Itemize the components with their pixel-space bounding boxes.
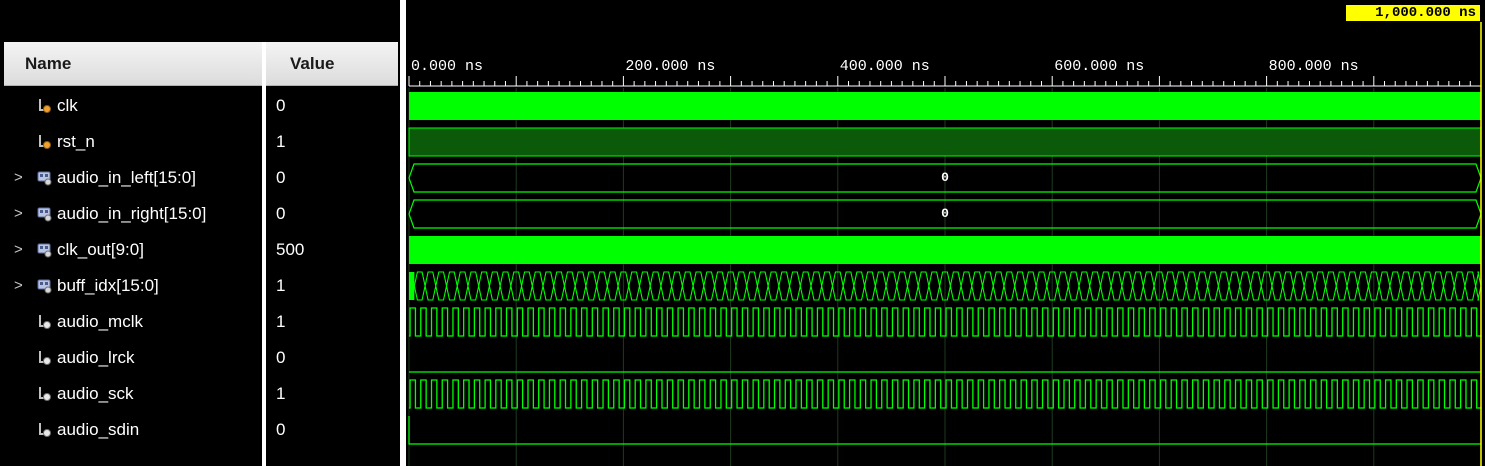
signal-value: 1 bbox=[276, 276, 286, 295]
output-pin-icon bbox=[37, 350, 53, 366]
signal-value: 0 bbox=[276, 204, 286, 223]
bus-icon bbox=[37, 278, 53, 294]
signal-row[interactable]: audio_sdin 0 bbox=[4, 412, 400, 448]
signal-value: 1 bbox=[276, 312, 286, 331]
signal-row[interactable]: clk 0 bbox=[4, 88, 400, 124]
bus-value-label: 0 bbox=[941, 206, 949, 221]
output-pin-icon bbox=[37, 422, 53, 438]
signal-row[interactable]: audio_mclk 1 bbox=[4, 304, 400, 340]
waveform-trace bbox=[409, 272, 415, 300]
signal-row[interactable]: > buff_idx[15:0] 1 bbox=[4, 268, 400, 304]
signal-row[interactable]: > clk_out[9:0] 500 bbox=[4, 232, 400, 268]
value-column-header[interactable]: Value bbox=[266, 42, 398, 86]
signal-list-toolbar-area bbox=[0, 0, 400, 40]
signal-row[interactable]: > audio_in_left[15:0] 0 bbox=[4, 160, 400, 196]
signal-name: audio_in_right[15:0] bbox=[57, 204, 207, 223]
time-tick-label: 400.000 ns bbox=[839, 58, 930, 75]
signal-name: audio_mclk bbox=[57, 312, 143, 331]
signal-name: audio_in_left[15:0] bbox=[57, 168, 196, 187]
waveform-trace bbox=[409, 92, 1481, 120]
signal-list-panel: Name Value clk 0 rst_n 1 > audio_in_left[15:0… bbox=[0, 0, 400, 466]
input-pin-icon bbox=[37, 98, 53, 114]
bus-value-label: 0 bbox=[941, 170, 949, 185]
signal-value: 1 bbox=[276, 132, 286, 151]
expand-chevron-icon[interactable]: > bbox=[14, 160, 23, 196]
time-tick-label: 0.000 ns bbox=[411, 58, 484, 75]
time-tick-label: 800.000 ns bbox=[1268, 58, 1359, 75]
signal-name: audio_sck bbox=[57, 384, 134, 403]
waveform-trace bbox=[409, 236, 1481, 264]
signal-value: 0 bbox=[276, 348, 286, 367]
name-column-header[interactable]: Name bbox=[4, 42, 262, 86]
output-pin-icon bbox=[37, 314, 53, 330]
time-tick-label: 200.000 ns bbox=[625, 58, 716, 75]
signal-name: audio_sdin bbox=[57, 420, 140, 439]
signal-name: clk bbox=[57, 96, 78, 115]
cursor-time-label[interactable]: 1,000.000 ns bbox=[1346, 5, 1480, 21]
signal-row[interactable]: > audio_in_right[15:0] 0 bbox=[4, 196, 400, 232]
signal-row[interactable]: audio_sck 1 bbox=[4, 376, 400, 412]
signal-row[interactable]: rst_n 1 bbox=[4, 124, 400, 160]
signal-row[interactable]: audio_lrck 0 bbox=[4, 340, 400, 376]
input-pin-icon bbox=[37, 134, 53, 150]
signal-value: 500 bbox=[276, 240, 305, 259]
expand-chevron-icon[interactable]: > bbox=[14, 268, 23, 304]
signal-name: clk_out[9:0] bbox=[57, 240, 144, 259]
output-pin-icon bbox=[37, 386, 53, 402]
waveform-trace bbox=[413, 271, 1482, 301]
expand-chevron-icon[interactable]: > bbox=[14, 232, 23, 268]
bus-icon bbox=[37, 206, 53, 222]
signal-name: audio_lrck bbox=[57, 348, 135, 367]
signal-value: 1 bbox=[276, 384, 286, 403]
waveform-panel[interactable]: 0.000 ns 200.000 ns 400.000 ns 600.000 ns 80… bbox=[406, 0, 1485, 466]
expand-chevron-icon[interactable]: > bbox=[14, 196, 23, 232]
signal-name: buff_idx[15:0] bbox=[57, 276, 159, 295]
bus-icon bbox=[37, 170, 53, 186]
signal-name: rst_n bbox=[57, 132, 95, 151]
waveform-trace bbox=[408, 127, 1482, 157]
signal-value: 0 bbox=[276, 168, 286, 187]
time-tick-label: 600.000 ns bbox=[1054, 58, 1145, 75]
signal-value: 0 bbox=[276, 96, 286, 115]
signal-value: 0 bbox=[276, 420, 286, 439]
bus-icon bbox=[37, 242, 53, 258]
